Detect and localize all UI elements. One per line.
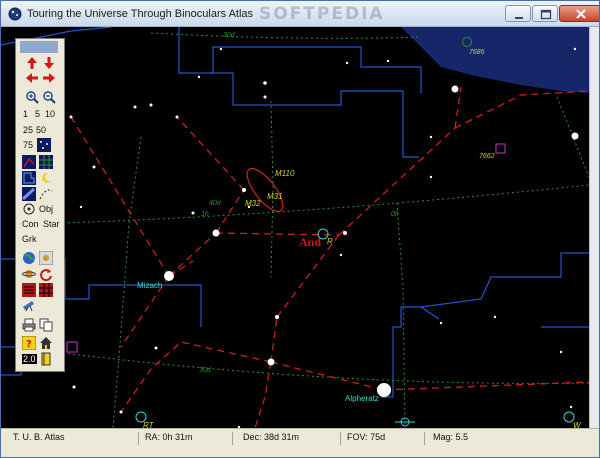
field-25-option[interactable]: 25 xyxy=(23,125,33,135)
object-label-m110: M110 xyxy=(275,169,295,178)
softpedia-watermark: SOFTPEDIA xyxy=(259,4,385,24)
help-icon[interactable]: ? xyxy=(22,336,36,350)
status-magnitude-limit: Mag: 5.5 xyxy=(433,432,469,442)
object-label-m32: M32 xyxy=(245,199,261,208)
status-bar: T. U. B. Atlas RA: 0h 31m Dec: 38d 31m F… xyxy=(1,428,599,457)
grid-label-1h: 1h xyxy=(201,211,209,218)
star-name-alpheratz: Alpheratz xyxy=(345,394,379,403)
copy-icon[interactable] xyxy=(39,318,53,332)
object-label-w: W xyxy=(573,421,582,428)
grid-label-30d-bottom: 30d xyxy=(199,367,212,374)
constellation-lines xyxy=(70,86,589,428)
app-icon xyxy=(8,7,22,21)
telescope-icon[interactable] xyxy=(22,298,36,312)
nebula-7662-marker[interactable] xyxy=(495,143,506,154)
status-app-name: T. U. B. Atlas xyxy=(11,432,139,445)
close-button[interactable] xyxy=(559,5,599,22)
constellation-lines-icon[interactable] xyxy=(22,155,36,169)
field-1-option[interactable]: 1 xyxy=(23,109,28,119)
constellation-label: And xyxy=(299,235,321,249)
greek-letters-option[interactable]: Grk xyxy=(22,234,37,244)
table-icon[interactable] xyxy=(39,283,53,297)
star-name-mizach: Mizach xyxy=(137,281,162,290)
object-label-rt: RT xyxy=(143,421,155,428)
globe-icon[interactable] xyxy=(22,251,36,265)
settings-icon[interactable] xyxy=(39,251,53,265)
pan-up-arrow-icon[interactable] xyxy=(25,56,39,70)
field-50-option[interactable]: 50 xyxy=(36,125,46,135)
constellation-names-option[interactable]: Con xyxy=(22,219,39,229)
object-marker-left[interactable] xyxy=(66,341,78,353)
title-bar[interactable]: Touring the Universe Through Binoculars … xyxy=(1,1,599,27)
palette-title-bar[interactable] xyxy=(20,41,58,53)
status-field-of-view: FOV: 75d xyxy=(345,432,425,445)
level-indicator: 2.0 xyxy=(22,354,37,364)
print-icon[interactable] xyxy=(22,318,36,332)
moon-icon[interactable] xyxy=(39,171,53,185)
exit-door-icon[interactable] xyxy=(39,352,53,366)
status-right-ascension: RA: 0h 31m xyxy=(143,432,233,445)
deep-sky-icon[interactable] xyxy=(22,202,36,216)
star-chart[interactable]: And Mizach Alpheratz M110 M31 M32 R 7686… xyxy=(1,27,589,428)
boundaries-icon[interactable] xyxy=(22,171,36,185)
milky-way-icon[interactable] xyxy=(22,187,36,201)
object-label-r: R xyxy=(327,237,333,246)
grid-label-40d: 40d xyxy=(209,200,222,207)
refresh-icon[interactable] xyxy=(39,267,53,281)
atlas-window: Touring the Universe Through Binoculars … xyxy=(0,0,600,458)
status-declination: Dec: 38d 31m xyxy=(241,432,341,445)
window-title: Touring the Universe Through Binoculars … xyxy=(27,8,254,20)
planets-icon[interactable] xyxy=(22,267,36,281)
star-names-option[interactable]: Star xyxy=(43,219,60,229)
milky-way-region xyxy=(401,27,589,93)
objects-label[interactable]: Obj xyxy=(39,204,53,214)
object-label-7662: 7662 xyxy=(479,153,495,160)
ecliptic-icon[interactable] xyxy=(39,187,53,201)
svg-text:?: ? xyxy=(26,339,32,350)
zoom-out-icon[interactable] xyxy=(42,90,56,104)
home-icon[interactable] xyxy=(39,336,53,350)
grid-label-30d-top: 30d xyxy=(223,32,236,39)
pan-left-arrow-icon[interactable] xyxy=(25,71,39,85)
field-5-option[interactable]: 5 xyxy=(35,109,40,119)
vertical-scrollbar[interactable] xyxy=(589,27,599,428)
grid-label-0h: 0h xyxy=(391,211,399,218)
pan-right-arrow-icon[interactable] xyxy=(42,71,56,85)
object-label-7686: 7686 xyxy=(469,49,485,56)
constellation-boundaries xyxy=(1,27,589,398)
maximize-button[interactable] xyxy=(532,5,558,22)
chart-type-icon[interactable] xyxy=(22,283,36,297)
minimize-button[interactable] xyxy=(505,5,531,22)
object-label-m31: M31 xyxy=(267,192,283,201)
field-10-option[interactable]: 10 xyxy=(45,109,55,119)
field-75-option[interactable]: 75 xyxy=(23,140,33,150)
pan-down-arrow-icon[interactable] xyxy=(42,56,56,70)
zoom-in-icon[interactable] xyxy=(25,90,39,104)
tool-palette: 1 5 10 25 50 75 Obj Con Star Grk ? 2.0 xyxy=(15,38,65,372)
grid-toggle-icon[interactable] xyxy=(39,155,53,169)
star-field-icon[interactable] xyxy=(37,138,51,152)
